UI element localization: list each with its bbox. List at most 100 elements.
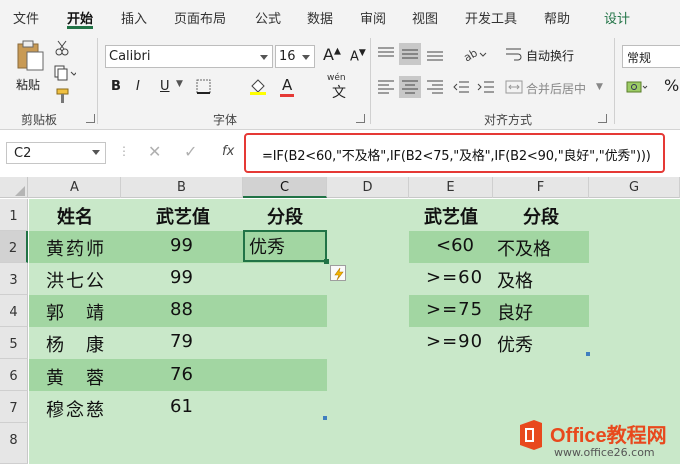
- decrease-font-icon[interactable]: A▼: [350, 48, 366, 64]
- column-header-b[interactable]: B: [121, 177, 243, 198]
- format-painter-icon[interactable]: [55, 88, 71, 104]
- align-middle-button[interactable]: [399, 43, 421, 65]
- font-color-icon[interactable]: A: [282, 76, 292, 94]
- select-all-corner[interactable]: [0, 177, 28, 198]
- table-cell-score[interactable]: 61: [170, 396, 193, 417]
- table-cell-name[interactable]: 郭 靖: [46, 299, 106, 325]
- table-cell-score[interactable]: 79: [170, 331, 193, 352]
- number-format-select[interactable]: 常规: [622, 45, 680, 68]
- merge-center-button[interactable]: 合并后居中: [526, 80, 586, 97]
- row-header-6[interactable]: 6: [0, 359, 28, 391]
- increase-indent-icon[interactable]: [477, 79, 495, 95]
- tab-home[interactable]: 开始: [67, 8, 94, 29]
- lookup-cell-level[interactable]: 及格: [497, 267, 533, 293]
- confirm-icon[interactable]: ✓: [184, 142, 197, 161]
- lookup-cell-level[interactable]: 优秀: [497, 331, 533, 357]
- align-bottom-icon[interactable]: [426, 46, 444, 62]
- font-size-select[interactable]: 16: [275, 45, 315, 68]
- tab-file[interactable]: 文件: [13, 8, 39, 27]
- row-header-2[interactable]: 2: [0, 231, 28, 263]
- table-cell-score[interactable]: 76: [170, 364, 193, 385]
- percent-button[interactable]: %: [664, 76, 679, 95]
- chevron-down-icon[interactable]: ▼: [596, 82, 603, 92]
- selected-cell-c2[interactable]: [243, 230, 327, 262]
- table-cell-name[interactable]: 洪七公: [46, 267, 106, 293]
- header-cell-level[interactable]: 分段: [267, 203, 303, 229]
- tab-view[interactable]: 视图: [412, 8, 438, 27]
- font-name-select[interactable]: Calibri: [105, 45, 273, 68]
- fill-color-icon[interactable]: [249, 77, 267, 95]
- chevron-down-icon[interactable]: ▼: [176, 79, 183, 89]
- table-resize-handle[interactable]: [323, 416, 327, 420]
- lookup-cell-threshold[interactable]: >=75: [426, 299, 483, 320]
- align-top-icon[interactable]: [377, 46, 395, 62]
- wrap-text-icon[interactable]: [505, 46, 523, 62]
- header-cell-score[interactable]: 武艺值: [156, 203, 210, 229]
- row-header-4[interactable]: 4: [0, 295, 28, 327]
- bold-button[interactable]: B: [111, 79, 121, 94]
- row-header-7[interactable]: 7: [0, 391, 28, 423]
- tab-review[interactable]: 审阅: [360, 8, 386, 27]
- lookup-cell-level[interactable]: 良好: [497, 299, 533, 325]
- tab-formulas[interactable]: 公式: [255, 8, 281, 27]
- tab-design[interactable]: 设计: [604, 8, 630, 27]
- table-cell-score[interactable]: 88: [170, 299, 193, 320]
- font-size-value: 16: [279, 49, 296, 64]
- tab-insert[interactable]: 插入: [121, 8, 147, 27]
- column-header-a[interactable]: A: [29, 177, 121, 198]
- lookup-header-score[interactable]: 武艺值: [424, 203, 478, 229]
- row-header-1[interactable]: 1: [0, 199, 28, 231]
- merge-center-icon[interactable]: [505, 79, 523, 95]
- font-launcher-icon[interactable]: [356, 114, 365, 123]
- paste-button[interactable]: 粘贴: [12, 38, 48, 92]
- copy-icon[interactable]: [54, 65, 76, 81]
- row-header-8[interactable]: 8: [0, 423, 28, 464]
- currency-icon[interactable]: [626, 79, 648, 95]
- column-header-f[interactable]: F: [493, 177, 589, 198]
- header-cell-name[interactable]: 姓名: [57, 203, 93, 229]
- lookup-header-level[interactable]: 分段: [523, 203, 559, 229]
- table-cell-name[interactable]: 杨 康: [46, 331, 106, 357]
- name-box[interactable]: C2: [6, 142, 106, 164]
- fill-handle[interactable]: [324, 259, 329, 264]
- table-cell-name[interactable]: 黄药师: [46, 235, 106, 261]
- orientation-icon[interactable]: ab: [462, 46, 488, 62]
- clipboard-launcher-icon[interactable]: [86, 114, 95, 123]
- cut-icon[interactable]: [55, 40, 69, 56]
- column-header-g[interactable]: G: [589, 177, 680, 198]
- insert-function-button[interactable]: fx: [222, 144, 234, 159]
- italic-button[interactable]: I: [136, 79, 140, 94]
- align-left-icon[interactable]: [377, 79, 395, 95]
- row-header-3[interactable]: 3: [0, 263, 28, 295]
- table-cell-name[interactable]: 黄 蓉: [46, 364, 106, 390]
- flash-fill-options-icon[interactable]: [330, 265, 346, 281]
- align-center-button[interactable]: [399, 76, 421, 98]
- cancel-icon[interactable]: ✕: [148, 142, 161, 161]
- tab-developer[interactable]: 开发工具: [465, 8, 517, 27]
- column-header-c[interactable]: C: [243, 177, 327, 198]
- lookup-cell-threshold[interactable]: <60: [436, 235, 474, 256]
- column-header-e[interactable]: E: [409, 177, 493, 198]
- tab-help[interactable]: 帮助: [544, 8, 570, 27]
- wrap-text-button[interactable]: 自动换行: [526, 47, 574, 64]
- row-header-5[interactable]: 5: [0, 327, 28, 359]
- table-cell-score[interactable]: 99: [170, 267, 193, 288]
- lookup-cell-threshold[interactable]: >=60: [426, 267, 483, 288]
- tab-data[interactable]: 数据: [307, 8, 333, 27]
- table-cell-name[interactable]: 穆念慈: [46, 396, 106, 422]
- font-color-swatch: [280, 94, 294, 97]
- alignment-launcher-icon[interactable]: [598, 114, 607, 123]
- column-header-d[interactable]: D: [327, 177, 409, 198]
- tab-page-layout[interactable]: 页面布局: [174, 8, 226, 27]
- watermark-title: Office教程网: [550, 425, 667, 447]
- border-icon[interactable]: [196, 79, 212, 95]
- underline-button[interactable]: U: [160, 79, 170, 94]
- table-cell-score[interactable]: 99: [170, 235, 193, 256]
- lookup-cell-level[interactable]: 不及格: [497, 235, 551, 261]
- increase-font-icon[interactable]: A▲: [323, 45, 341, 64]
- chevron-down-icon[interactable]: [92, 150, 100, 155]
- table-resize-handle[interactable]: [586, 352, 590, 356]
- align-right-icon[interactable]: [426, 79, 444, 95]
- decrease-indent-icon[interactable]: [452, 79, 470, 95]
- lookup-cell-threshold[interactable]: >=90: [426, 331, 483, 352]
